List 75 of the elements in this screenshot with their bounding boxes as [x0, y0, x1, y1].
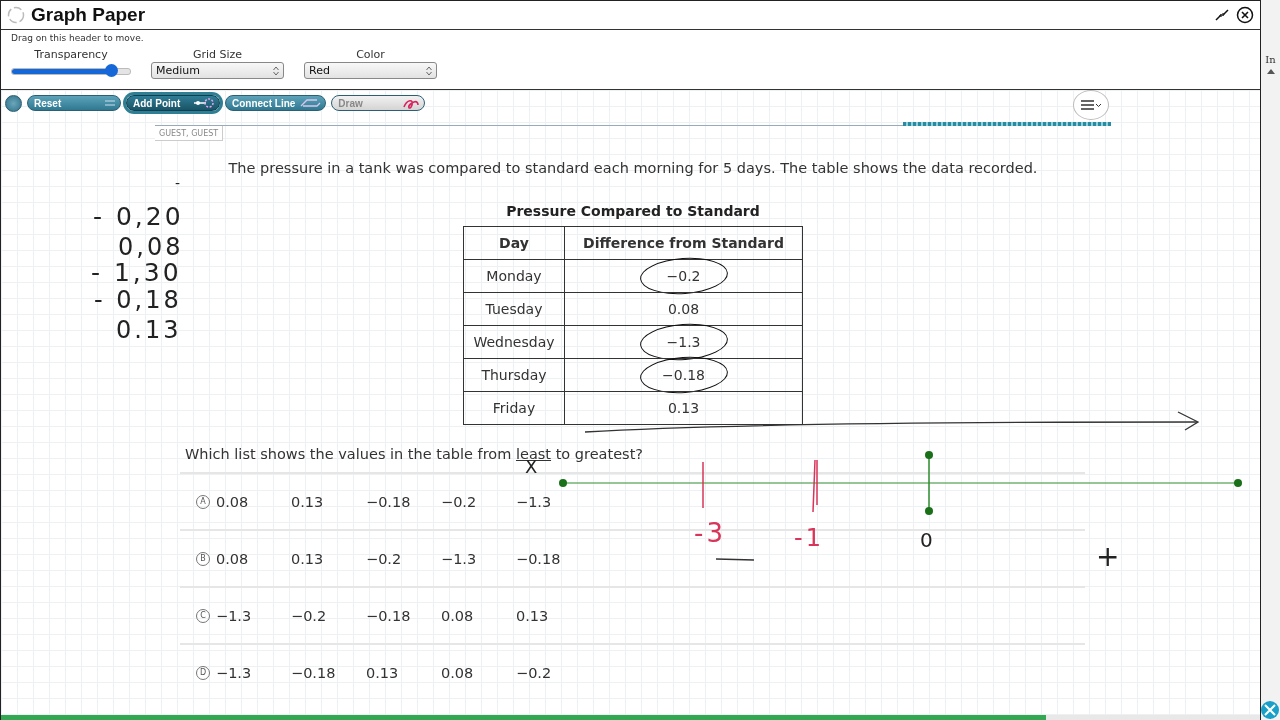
choice-value: −0.2	[441, 493, 478, 510]
user-tab[interactable]: GUEST, GUEST	[155, 126, 224, 141]
choice-value: −0.18	[516, 550, 562, 567]
close-icon[interactable]	[1236, 6, 1254, 24]
choice-value: −0.18	[366, 607, 412, 624]
choice-value: 0.13	[366, 664, 400, 681]
drag-hint: Drag on this header to move.	[11, 33, 145, 43]
choice-value: −0.18	[291, 664, 337, 681]
choice-value: −0.2	[516, 664, 553, 681]
choice-value: −1.3	[216, 607, 253, 624]
choice-value: 0.08	[216, 493, 250, 510]
handwritten-text: 0	[920, 530, 936, 550]
handwritten-text: +	[1096, 543, 1123, 571]
slider-thumb[interactable]	[105, 64, 119, 77]
lines-icon	[104, 99, 116, 107]
select-label: Grid Size	[192, 48, 243, 61]
spinner-arrows-icon	[273, 65, 279, 76]
table-cell: 0.08	[565, 292, 802, 325]
tick-mark	[812, 459, 818, 513]
table-cell: Tuesday	[464, 292, 565, 325]
choice-value: −1.3	[216, 664, 253, 681]
tool-button[interactable]: Reset	[27, 95, 121, 111]
choice-value: −0.2	[291, 607, 328, 624]
slider-label: Transparency	[34, 48, 108, 61]
table-title: Pressure Compared to Standard	[506, 203, 760, 219]
window-title: Graph Paper	[31, 4, 147, 26]
handwritten-text: -	[175, 176, 184, 190]
spinner-icon	[7, 6, 25, 24]
round-button[interactable]	[5, 94, 22, 112]
select-label: Color	[356, 48, 385, 61]
table-cell: −0.18	[565, 358, 802, 391]
header-cell-text: Difference from Standard	[582, 234, 785, 253]
handwritten-text: 0.13	[116, 318, 182, 342]
choice-value: −1.3	[516, 493, 553, 510]
dash-mark	[715, 558, 755, 561]
header-cell: Day	[464, 227, 565, 259]
handwritten-text: - 0,20	[93, 204, 184, 229]
handwritten-text: -1	[794, 526, 824, 550]
menu-icon	[1079, 98, 1103, 112]
choice-value: 0.08	[216, 550, 250, 567]
squiggle-icon	[402, 97, 421, 109]
choice-value: 0.13	[516, 607, 550, 624]
question-text: The pressure in a tank was compared to standard each morning for 5 days. The table shows the data recorded.	[228, 160, 1038, 176]
choice-value: −0.18	[366, 493, 412, 510]
scroll-up-icon[interactable]	[1266, 69, 1275, 74]
connect-icon	[299, 97, 322, 109]
expand-icon[interactable]	[1261, 701, 1279, 719]
tool-button[interactable]: Add Point	[126, 95, 220, 111]
table-cell: Wednesday	[464, 325, 565, 358]
table-cell: −1.3	[565, 325, 802, 358]
side-text: In	[1265, 54, 1276, 65]
answer-choice[interactable]: D −1.3 −0.18 0.13 0.08 −0.2	[180, 643, 1085, 700]
choice-value: 0.08	[441, 607, 475, 624]
table-cell: Monday	[464, 259, 565, 292]
color-select[interactable]: Red	[304, 62, 437, 79]
table-cell: 0.13	[565, 391, 802, 424]
answer-choice[interactable]: C −1.3 −0.2 −0.18 0.08 0.13	[180, 586, 1085, 643]
choice-value: −1.3	[441, 550, 478, 567]
handwritten-text: - 0,18	[94, 288, 182, 312]
grid-size-select[interactable]: Medium	[151, 62, 284, 79]
choice-value: 0.08	[441, 664, 475, 681]
choice-value: 0.13	[291, 550, 325, 567]
menu-button[interactable]	[1073, 90, 1109, 120]
choice-value: 0.13	[291, 493, 325, 510]
tool-button[interactable]: Connect Line	[225, 95, 327, 111]
point-icon	[193, 97, 215, 109]
collapse-icon[interactable]	[1214, 8, 1230, 22]
spinner-arrows-icon	[426, 65, 432, 76]
handwritten-text: 0,08	[118, 235, 184, 259]
table-cell: Thursday	[464, 358, 565, 391]
choice-value: −0.2	[366, 550, 403, 567]
handwritten-text: - 1,30	[91, 260, 182, 285]
tick-mark	[702, 461, 704, 509]
table-cell: Friday	[464, 391, 565, 424]
table-cell: −0.2	[565, 259, 802, 292]
